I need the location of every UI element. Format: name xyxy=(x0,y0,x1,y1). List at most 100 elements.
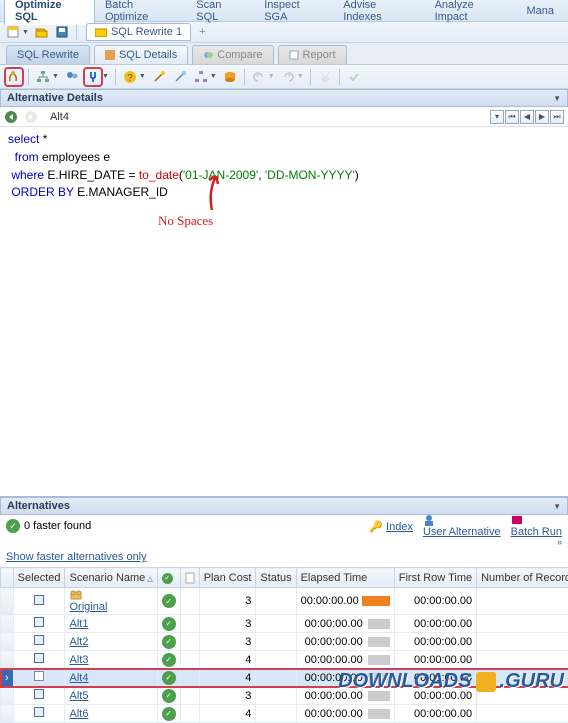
checkbox-icon[interactable] xyxy=(34,595,44,605)
help-icon[interactable]: ? xyxy=(120,67,140,87)
tree2-icon[interactable] xyxy=(191,67,211,87)
cell-scenario-name[interactable]: Alt6 xyxy=(65,705,157,723)
menu-analyze-impact[interactable]: Analyze Impact xyxy=(425,0,517,25)
table-row[interactable]: Alt1✓300:00:00.00 00:00:00.000 xyxy=(1,615,568,633)
menu-inspect-sga[interactable]: Inspect SGA xyxy=(254,0,333,25)
checkbox-icon[interactable] xyxy=(34,707,44,717)
forward-icon[interactable] xyxy=(24,110,38,124)
col-doc-icon[interactable] xyxy=(180,568,199,588)
collapse-icon[interactable]: ▼ xyxy=(553,94,561,103)
col-first-row-time[interactable]: First Row Time xyxy=(394,568,476,588)
user-alternative-link[interactable]: User Alternative xyxy=(423,514,501,538)
subtab-compare[interactable]: Compare xyxy=(192,45,273,64)
table-row[interactable]: Alt2✓300:00:00.00 00:00:00.000 xyxy=(1,633,568,651)
rabbit-icon[interactable] xyxy=(315,67,335,87)
check-circle-icon: ✓ xyxy=(162,689,176,703)
cell-selected[interactable] xyxy=(13,633,65,651)
scenario-link[interactable]: Original xyxy=(69,601,107,613)
dropdown-icon[interactable]: ▼ xyxy=(139,73,146,80)
dropdown-icon[interactable]: ▼ xyxy=(268,73,275,80)
menu-scan-sql[interactable]: Scan SQL xyxy=(186,0,254,25)
scenario-link[interactable]: Alt2 xyxy=(69,636,88,648)
wand2-icon[interactable] xyxy=(170,67,190,87)
cell-selected[interactable] xyxy=(13,615,65,633)
back-icon[interactable] xyxy=(4,110,18,124)
wand-icon[interactable] xyxy=(149,67,169,87)
dropdown-icon[interactable]: ▼ xyxy=(52,73,59,80)
table-row[interactable]: Alt5✓300:00:00.00 00:00:00.000 xyxy=(1,687,568,705)
scenario-link[interactable]: Alt5 xyxy=(69,690,88,702)
tab-sql-rewrite-1[interactable]: SQL Rewrite 1 xyxy=(86,23,191,41)
col-plan-cost[interactable]: Plan Cost xyxy=(199,568,256,588)
show-faster-link[interactable]: Show faster alternatives only xyxy=(0,547,568,567)
table-row[interactable]: › Alt4✓400:00:00.00 00:00:00.000 xyxy=(1,669,568,687)
open-icon[interactable] xyxy=(33,24,51,40)
cell-scenario-name[interactable]: Alt2 xyxy=(65,633,157,651)
dropdown-icon[interactable]: ▼ xyxy=(22,29,29,36)
cell-records: 0 xyxy=(477,588,568,615)
redo-icon[interactable] xyxy=(278,67,298,87)
cell-records: 0 xyxy=(477,687,568,705)
tuning-fork-icon[interactable] xyxy=(83,67,103,87)
nav-prev-icon[interactable]: ◀ xyxy=(520,110,534,124)
menu-batch-optimize[interactable]: Batch Optimize xyxy=(95,0,186,25)
index-link[interactable]: 🔑 Index xyxy=(369,520,413,533)
col-status-icon[interactable]: ✓ xyxy=(157,568,180,588)
check-circle-icon: ✓ xyxy=(162,671,176,685)
cell-scenario-name[interactable]: Alt1 xyxy=(65,615,157,633)
table-row[interactable]: Original✓300:00:00.00 00:00:00.000 xyxy=(1,588,568,615)
subtab-sql-rewrite[interactable]: SQL Rewrite xyxy=(6,45,90,64)
dropdown-icon[interactable]: ▼ xyxy=(102,73,109,80)
cell-selected[interactable] xyxy=(13,705,65,723)
col-scenario-name[interactable]: Scenario Name△ xyxy=(65,568,157,588)
table-row[interactable]: Alt6✓400:00:00.00 00:00:00.000 xyxy=(1,705,568,723)
scenario-link[interactable]: Alt6 xyxy=(69,708,88,720)
cell-scenario-name[interactable]: Original xyxy=(65,588,157,615)
elapsed-bar xyxy=(368,673,390,683)
users-icon[interactable] xyxy=(62,67,82,87)
check-icon[interactable] xyxy=(344,67,364,87)
cell-selected[interactable] xyxy=(13,669,65,687)
col-selected[interactable]: Selected xyxy=(13,568,65,588)
cell-scenario-name[interactable]: Alt4 xyxy=(65,669,157,687)
cell-selected[interactable] xyxy=(13,687,65,705)
subtab-report[interactable]: Report xyxy=(278,45,347,64)
add-tab-button[interactable]: + xyxy=(193,24,211,40)
col-number-records[interactable]: Number of Records xyxy=(477,568,568,588)
col-elapsed-time[interactable]: Elapsed Time xyxy=(296,568,394,588)
tree-icon[interactable] xyxy=(33,67,53,87)
col-status[interactable]: Status xyxy=(256,568,296,588)
nav-first-icon[interactable]: ⏮ xyxy=(505,110,519,124)
dropdown-icon[interactable]: ▼ xyxy=(210,73,217,80)
cell-scenario-name[interactable]: Alt3 xyxy=(65,651,157,669)
undo-icon[interactable] xyxy=(249,67,269,87)
nav-last-icon[interactable]: ⏭ xyxy=(550,110,564,124)
nav-next-icon[interactable]: ▶ xyxy=(535,110,549,124)
cell-scenario-name[interactable]: Alt5 xyxy=(65,687,157,705)
dropdown-icon[interactable]: ▼ xyxy=(297,73,304,80)
collapse-icon[interactable]: ▼ xyxy=(553,502,561,511)
subtab-sql-details[interactable]: SQL Details xyxy=(94,45,188,64)
expand-indicator[interactable]: » xyxy=(0,537,568,547)
scenario-link[interactable]: Alt3 xyxy=(69,654,88,666)
batch-run-link[interactable]: Batch Run xyxy=(511,514,562,538)
menu-more[interactable]: Mana xyxy=(516,3,564,19)
new-icon[interactable] xyxy=(4,24,22,40)
menu-optimize-sql[interactable]: Optimize SQL xyxy=(4,0,95,25)
save-icon[interactable] xyxy=(53,24,71,40)
table-row[interactable]: Alt3✓400:00:00.00 00:00:00.000 xyxy=(1,651,568,669)
scenario-link[interactable]: Alt4 xyxy=(69,672,88,684)
checkbox-icon[interactable] xyxy=(34,635,44,645)
menu-advise-indexes[interactable]: Advise Indexes xyxy=(333,0,424,25)
nav-expand-icon[interactable]: ▾ xyxy=(490,110,504,124)
scenario-link[interactable]: Alt1 xyxy=(69,618,88,630)
cell-selected[interactable] xyxy=(13,651,65,669)
checkbox-icon[interactable] xyxy=(34,653,44,663)
db-icon[interactable] xyxy=(220,67,240,87)
cell-selected[interactable] xyxy=(13,588,65,615)
optimize-icon[interactable] xyxy=(4,67,24,87)
checkbox-icon[interactable] xyxy=(34,689,44,699)
checkbox-icon[interactable] xyxy=(34,671,44,681)
sql-code-area[interactable]: select * from employees e where E.HIRE_D… xyxy=(0,127,568,206)
checkbox-icon[interactable] xyxy=(34,617,44,627)
